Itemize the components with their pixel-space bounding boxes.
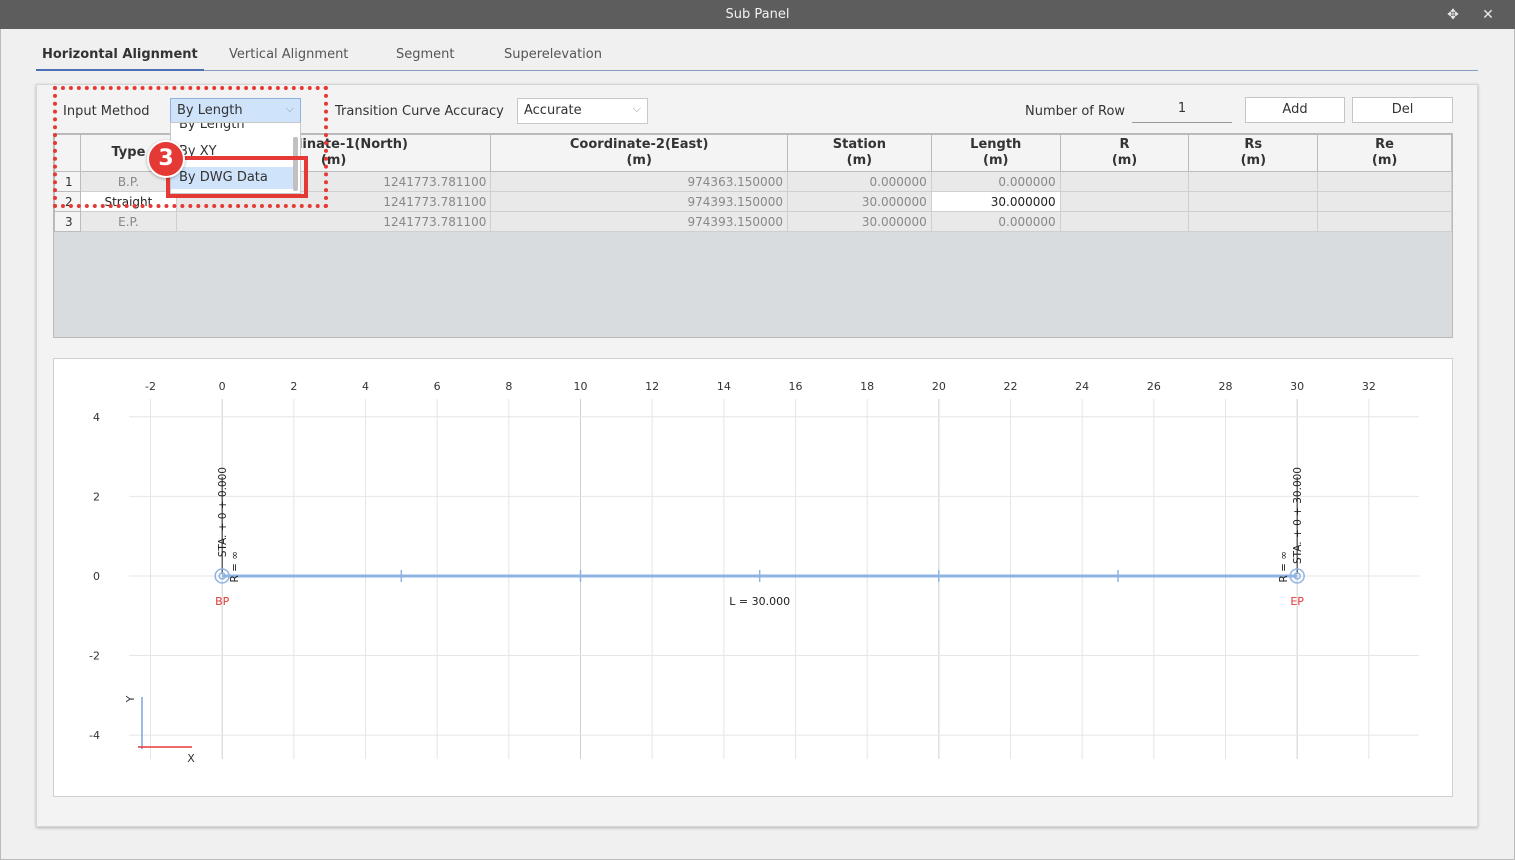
pin-icon[interactable]: ✥: [1443, 5, 1463, 25]
y-tick-label: 4: [93, 411, 100, 424]
x-tick-label: 8: [505, 380, 512, 393]
cell-r[interactable]: [1059, 171, 1190, 192]
cell-re[interactable]: [1317, 211, 1452, 232]
row-count-input[interactable]: 1: [1132, 97, 1232, 123]
x-tick-label: 10: [574, 380, 588, 393]
step-badge: 3: [147, 140, 185, 178]
tab-superelevation[interactable]: Superelevation: [504, 47, 602, 71]
cell-north[interactable]: 1241773.781100: [175, 191, 492, 212]
cell-rs[interactable]: [1188, 191, 1319, 212]
bp-label: BP: [215, 595, 230, 608]
cell-north[interactable]: 1241773.781100: [175, 211, 492, 232]
cell-re[interactable]: [1317, 191, 1452, 212]
start-radius-label: R = ∞: [229, 551, 241, 583]
add-button[interactable]: Add: [1245, 97, 1345, 123]
dropdown-option-by-xy[interactable]: By XY: [171, 141, 294, 163]
x-tick-label: 18: [860, 380, 874, 393]
y-tick-label: 2: [93, 490, 100, 503]
x-tick-label: -2: [145, 380, 156, 393]
cell-station[interactable]: 30.000000: [786, 191, 932, 212]
header-row-number: [54, 134, 81, 172]
table-row[interactable]: 2 Straight 1241773.781100 974393.150000 …: [54, 191, 1452, 212]
x-tick-label: 12: [645, 380, 659, 393]
chevron-down-icon: ⌵: [632, 102, 641, 115]
title-bar: Sub Panel ✥ ✕: [0, 0, 1515, 29]
cell-length[interactable]: 30.000000: [930, 191, 1061, 212]
tab-vertical-alignment[interactable]: Vertical Alignment: [229, 47, 348, 71]
x-tick-label: 28: [1219, 380, 1233, 393]
tab-bar: Horizontal Alignment Vertical Alignment …: [36, 40, 1478, 71]
del-button[interactable]: Del: [1352, 97, 1453, 123]
cell-rs[interactable]: [1188, 211, 1319, 232]
tab-segment[interactable]: Segment: [396, 47, 455, 71]
row-number: 3: [54, 211, 81, 232]
header-east[interactable]: Coordinate-2(East) (m): [490, 134, 788, 172]
header-station[interactable]: Station (m): [786, 134, 932, 172]
start-station-label: STA. + 0 + 0.000: [217, 467, 229, 557]
close-icon[interactable]: ✕: [1478, 5, 1498, 25]
cell-r[interactable]: [1059, 191, 1190, 212]
x-tick-label: 2: [290, 380, 297, 393]
input-method-dropdown-list: By Length By XY By DWG Data: [170, 122, 301, 194]
x-tick-label: 30: [1290, 380, 1304, 393]
y-tick-label: 0: [93, 570, 100, 583]
x-tick-label: 24: [1075, 380, 1089, 393]
transition-accuracy-label: Transition Curve Accuracy: [335, 104, 504, 119]
cell-type[interactable]: E.P.: [79, 211, 177, 232]
x-tick-label: 4: [362, 380, 369, 393]
cell-east[interactable]: 974393.150000: [490, 191, 788, 212]
x-axis-label: X: [187, 752, 195, 765]
cell-length[interactable]: 0.000000: [930, 211, 1061, 232]
x-tick-label: 6: [434, 380, 441, 393]
x-tick-label: 16: [789, 380, 803, 393]
x-tick-label: 0: [219, 380, 226, 393]
length-label: L = 30.000: [729, 595, 790, 608]
transition-accuracy-value: Accurate: [524, 103, 582, 118]
row-number: 2: [54, 191, 81, 212]
dropdown-option-by-length[interactable]: By Length: [171, 123, 294, 136]
table-row[interactable]: 3 E.P. 1241773.781100 974393.150000 30.0…: [54, 211, 1452, 232]
dropdown-scrollbar[interactable]: [293, 137, 298, 191]
row-count-label: Number of Row: [1025, 104, 1126, 119]
transition-accuracy-combo[interactable]: Accurate ⌵: [517, 98, 648, 124]
alignment-plot-svg: -2 0 2 4 6 8 10 12 14 16 18 20 22 24 26 28 30 32420-2-4ST…: [89, 380, 1419, 765]
cell-east[interactable]: 974393.150000: [490, 211, 788, 232]
cell-east[interactable]: 974363.150000: [490, 171, 788, 192]
y-tick-label: -4: [89, 729, 100, 742]
cell-r[interactable]: [1059, 211, 1190, 232]
dropdown-option-by-dwg-data[interactable]: By DWG Data: [171, 167, 294, 189]
input-method-value: By Length: [177, 103, 243, 118]
cell-re[interactable]: [1317, 171, 1452, 192]
x-tick-label: 22: [1004, 380, 1018, 393]
header-r[interactable]: R (m): [1059, 134, 1190, 172]
x-tick-label: 32: [1362, 380, 1376, 393]
end-station-label: STA. + 0 + 30.000: [1292, 467, 1304, 564]
x-tick-label: 26: [1147, 380, 1161, 393]
input-method-label: Input Method: [63, 104, 150, 119]
header-rs[interactable]: Rs (m): [1188, 134, 1319, 172]
window-title: Sub Panel: [725, 7, 790, 22]
cell-type[interactable]: Straight: [79, 191, 177, 212]
x-tick-label: 14: [717, 380, 731, 393]
y-axis-label: Y: [124, 695, 137, 703]
row-number: 1: [54, 171, 81, 192]
alignment-plot[interactable]: -2 0 2 4 6 8 10 12 14 16 18 20 22 24 26 28 30 32 4 2 0 -2 -4 ST…: [53, 358, 1453, 797]
x-tick-label: 20: [932, 380, 946, 393]
tab-horizontal-alignment[interactable]: Horizontal Alignment: [36, 47, 204, 71]
cell-length[interactable]: 0.000000: [930, 171, 1061, 192]
header-length[interactable]: Length (m): [930, 134, 1061, 172]
cell-station[interactable]: 0.000000: [786, 171, 932, 192]
chevron-down-icon: ⌵: [285, 102, 294, 115]
ep-label: EP: [1290, 595, 1304, 608]
cell-rs[interactable]: [1188, 171, 1319, 192]
header-re[interactable]: Re (m): [1317, 134, 1452, 172]
input-method-combo[interactable]: By Length ⌵: [170, 98, 301, 124]
y-tick-label: -2: [89, 650, 100, 663]
end-radius-label: R = ∞: [1278, 551, 1290, 583]
cell-station[interactable]: 30.000000: [786, 211, 932, 232]
